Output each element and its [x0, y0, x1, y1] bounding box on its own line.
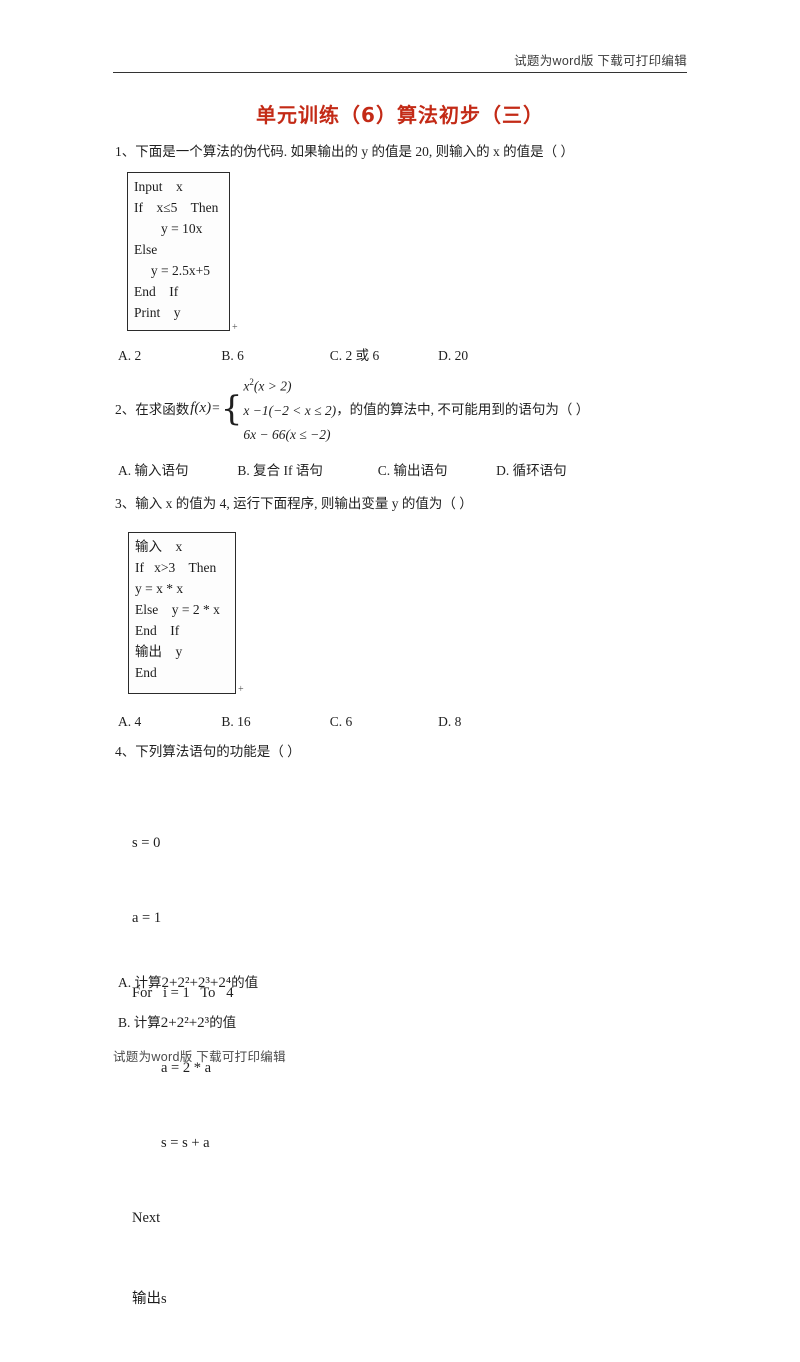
- code-line: Else: [134, 242, 158, 257]
- question-4-option-a[interactable]: A. 计算2+2²+2³+2⁴的值: [118, 971, 258, 992]
- code-line: y = x * x: [135, 581, 184, 596]
- question-2-function-symbol: f(x): [190, 399, 212, 416]
- code-line: y = 10x: [134, 221, 203, 236]
- code-line: End If: [135, 623, 180, 638]
- page-title: 单元训练（6）算法初步（三）: [256, 103, 544, 127]
- option-a[interactable]: A. 输入语句: [118, 459, 234, 479]
- question-4-code-listing: s = 0 a = 1 For i = 1 To 4 a = 2 * a s =…: [132, 781, 234, 1362]
- option-b-suffix: 的值: [209, 1015, 237, 1030]
- code-line: a = 1: [132, 910, 162, 926]
- code-line: End: [135, 665, 157, 680]
- question-2-options: A. 输入语句 B. 复合 If 语句 C. 输出语句 D. 循环语句: [118, 459, 567, 479]
- option-c[interactable]: C. 2 或 6: [330, 344, 435, 364]
- option-a-suffix: 的值: [231, 975, 259, 990]
- header-divider: [113, 72, 687, 73]
- option-b-prefix: B. 计算: [118, 1015, 161, 1030]
- option-c[interactable]: C. 6: [330, 714, 435, 730]
- code-line: 输出s: [132, 1291, 167, 1307]
- code-line: y = 2.5x+5: [134, 263, 210, 278]
- option-c[interactable]: C. 输出语句: [378, 459, 493, 479]
- option-d[interactable]: D. 20: [438, 348, 468, 364]
- header-text: 试题为word版 下载可打印编辑: [514, 54, 687, 68]
- question-3-options: A. 4 B. 16 C. 6 D. 8: [118, 714, 461, 730]
- option-b[interactable]: B. 16: [221, 714, 326, 730]
- case-2: x −1(−2 < x ≤ 2): [243, 402, 337, 418]
- document-page: 试题为word版 下载可打印编辑 单元训练（6）算法初步（三） 1、下面是一个算…: [0, 0, 800, 1307]
- option-a[interactable]: A. 4: [118, 714, 218, 730]
- question-2-lead: 2、在求函数: [115, 402, 190, 418]
- question-2-tail: ，的值的算法中, 不可能用到的语句为（ ）: [336, 402, 590, 418]
- option-d[interactable]: D. 8: [438, 714, 461, 730]
- question-1-codebox: Input x If x≤5 Then y = 10x Else y = 2.5…: [127, 172, 230, 331]
- question-1-stem: 1、下面是一个算法的伪代码. 如果输出的 y 的值是 20, 则输入的 x 的值…: [115, 144, 574, 159]
- question-4-option-b[interactable]: B. 计算2+2²+2³的值: [118, 1011, 236, 1032]
- page-header: 试题为word版 下载可打印编辑: [113, 50, 687, 72]
- question-4-stem: 4、下列算法语句的功能是（ ）: [115, 744, 301, 759]
- code-line: Print y: [134, 305, 181, 320]
- option-a-prefix: A. 计算: [118, 975, 162, 990]
- code-line: End If: [134, 284, 179, 299]
- code-line: If x>3 Then: [135, 560, 217, 575]
- code-line: If x≤5 Then: [134, 200, 219, 215]
- case-1: x2(x > 2): [243, 377, 292, 394]
- code-line: Else y = 2 * x: [135, 602, 220, 617]
- question-3-codebox: 输入 x If x>3 Then y = x * x Else y = 2 * …: [128, 532, 236, 694]
- option-a[interactable]: A. 2: [118, 348, 218, 364]
- option-a-expression: 2+2²+2³+2⁴: [161, 975, 232, 991]
- case-3: 6x − 66(x ≤ −2): [243, 426, 331, 442]
- code-line: Next: [132, 1210, 161, 1226]
- image-anchor-icon: +: [232, 322, 238, 333]
- code-line: s = 0: [132, 835, 161, 851]
- code-line: Input x: [134, 179, 183, 194]
- option-d[interactable]: D. 循环语句: [496, 459, 567, 479]
- question-2-equals: =: [212, 400, 220, 416]
- option-b-expression: 2+2²+2³: [160, 1015, 210, 1031]
- image-anchor-icon: +: [238, 684, 244, 695]
- option-b[interactable]: B. 复合 If 语句: [237, 459, 374, 479]
- code-line: 输入 x: [135, 539, 183, 554]
- option-b[interactable]: B. 6: [221, 348, 326, 364]
- code-line: 输出 y: [135, 644, 183, 659]
- question-2-stem: 2、在求函数 f(x) = { x2(x > 2) x −1(−2 < x ≤ …: [115, 370, 715, 447]
- question-2-piecewise-cases: x2(x > 2) x −1(−2 < x ≤ 2) 6x − 66(x ≤ −…: [243, 370, 336, 447]
- code-line: s = s + a: [132, 1135, 210, 1151]
- question-3-stem: 3、输入 x 的值为 4, 运行下面程序, 则输出变量 y 的值为（ ）: [115, 496, 473, 511]
- page-footer: 试题为word版 下载可打印编辑: [113, 1050, 286, 1064]
- question-1-options: A. 2 B. 6 C. 2 或 6 D. 20: [118, 344, 468, 364]
